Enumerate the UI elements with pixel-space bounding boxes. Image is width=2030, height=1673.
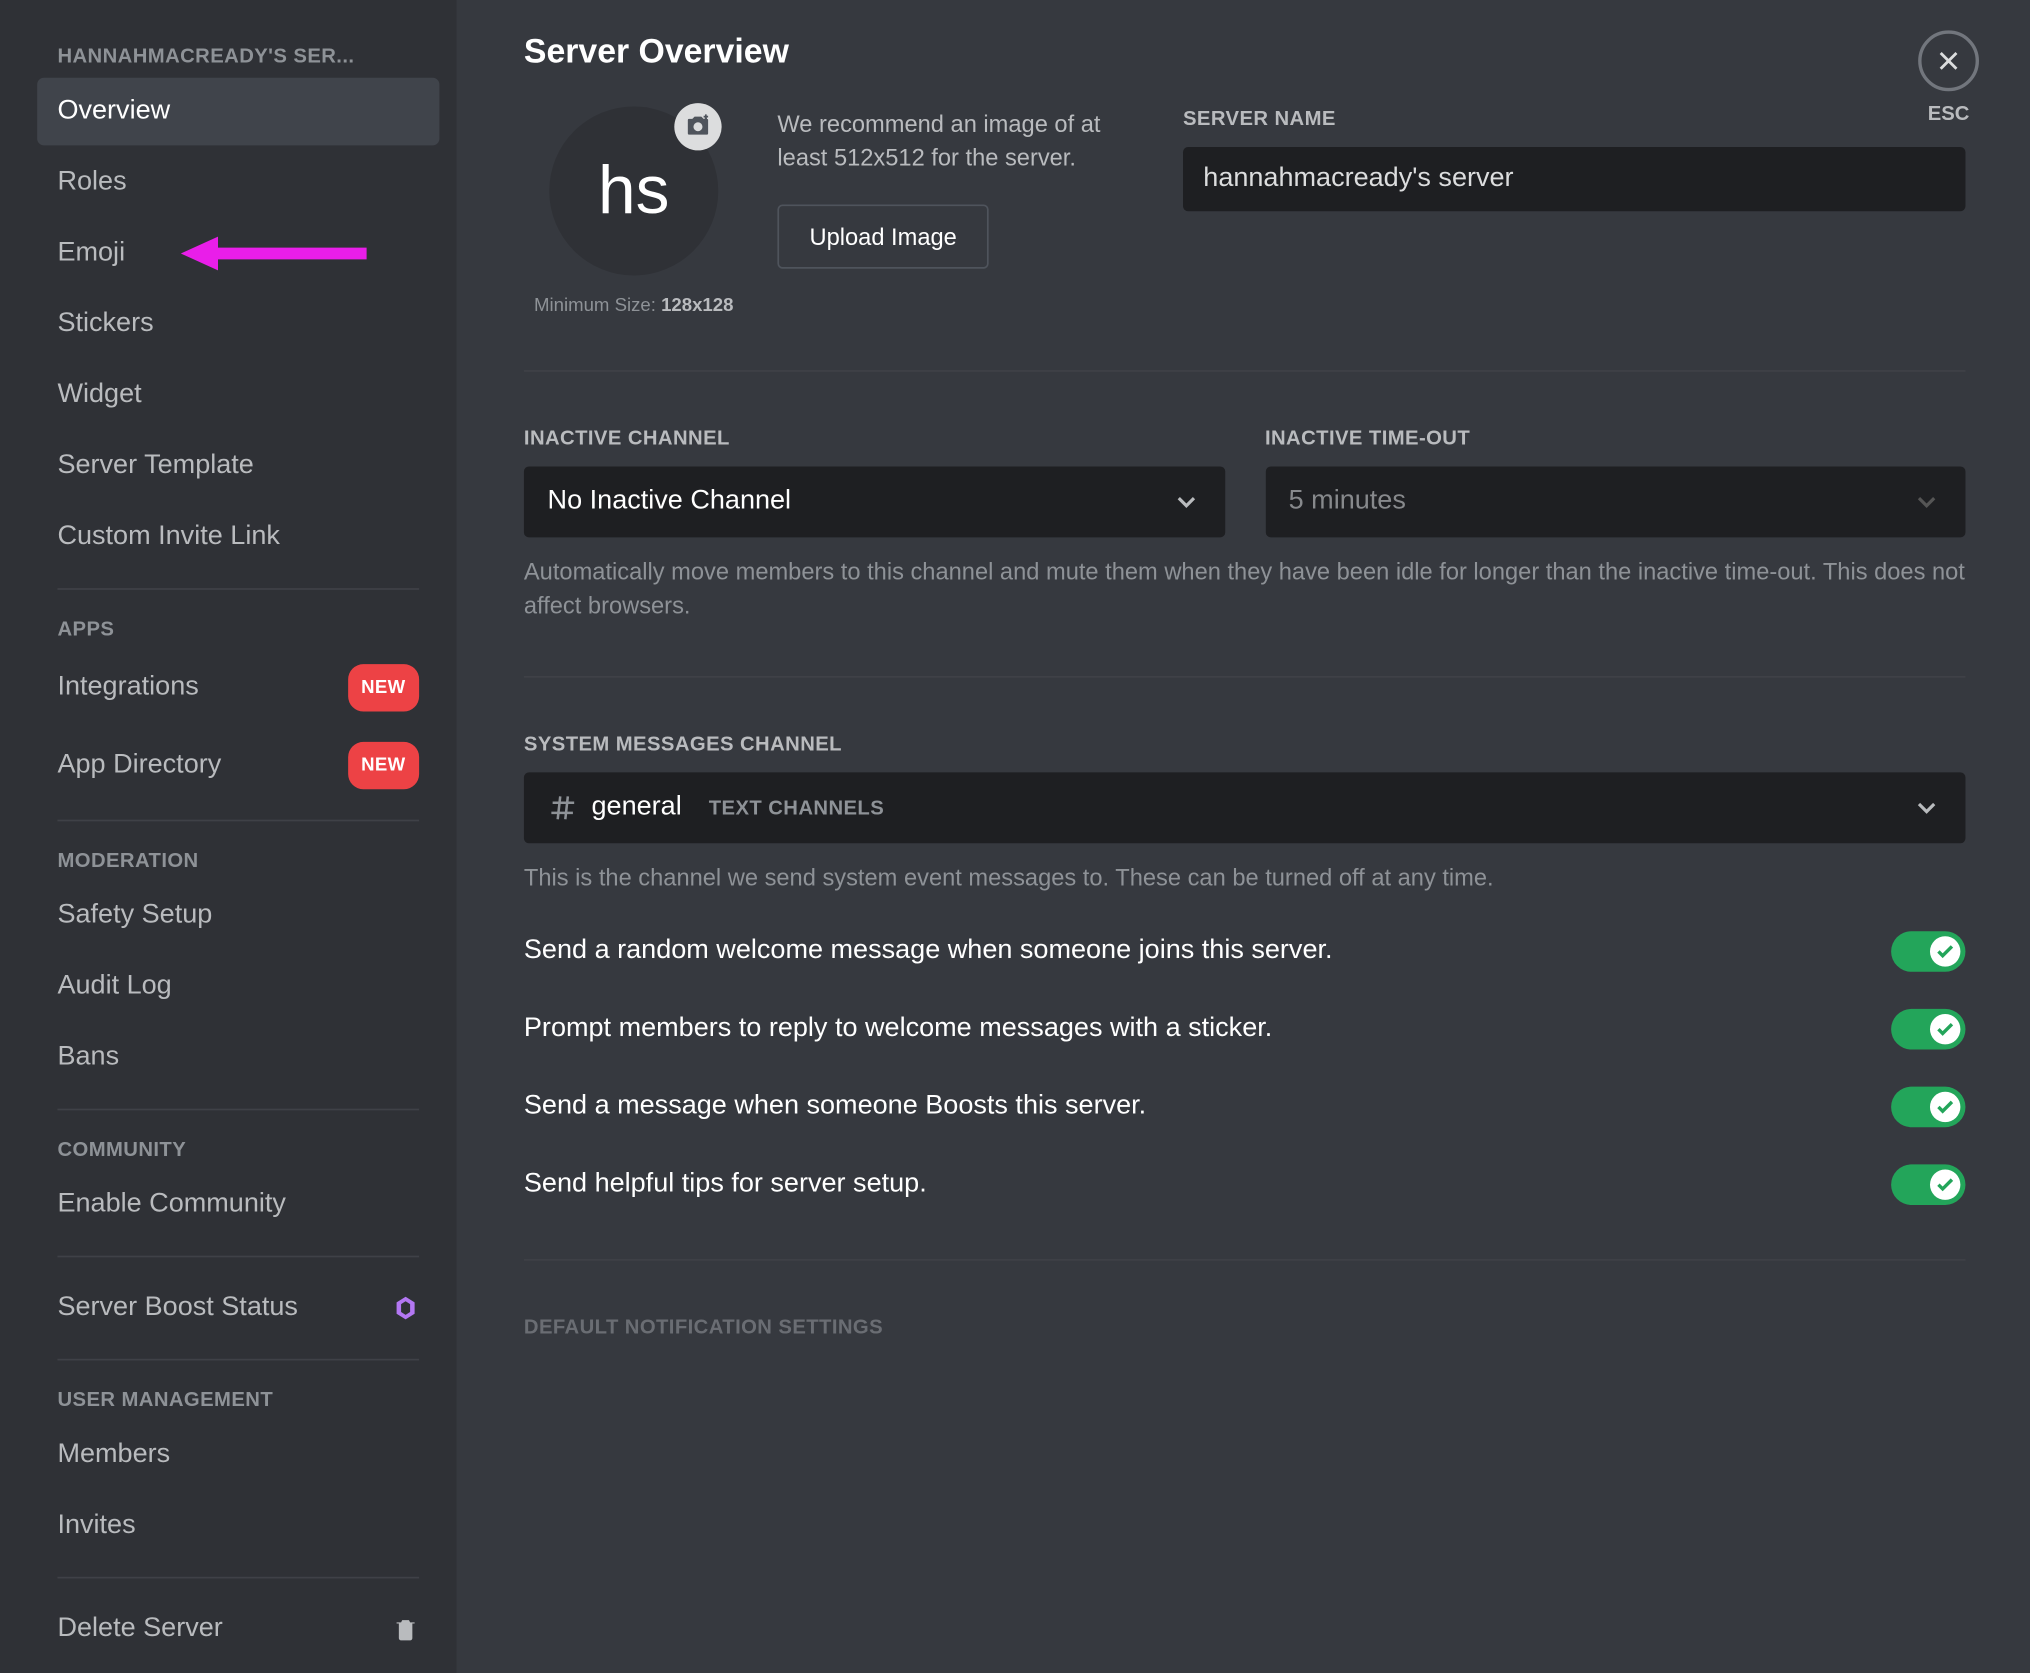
- system-channel-select[interactable]: general TEXT CHANNELS: [524, 772, 1966, 843]
- channel-name: general: [592, 793, 682, 823]
- inactive-timeout-select[interactable]: 5 minutes: [1265, 466, 1966, 537]
- sidebar-item-label: Bans: [57, 1038, 119, 1079]
- check-icon: [1935, 1019, 1955, 1039]
- upload-image-icon: [674, 103, 721, 150]
- sidebar-item-roles[interactable]: Roles: [37, 149, 439, 217]
- sidebar-item-label: Safety Setup: [57, 896, 212, 937]
- sidebar-item-label: App Directory: [57, 745, 221, 786]
- sidebar-community-heading: COMMUNITY: [37, 1127, 392, 1171]
- sidebar-item-stickers[interactable]: Stickers: [37, 291, 439, 359]
- sidebar-item-label: Invites: [57, 1506, 135, 1547]
- sidebar-item-label: Enable Community: [57, 1185, 285, 1226]
- close-icon: [1918, 30, 1979, 91]
- sidebar-divider: [57, 1109, 419, 1111]
- sidebar-item-bans[interactable]: Bans: [37, 1024, 439, 1092]
- toggle-label: Send a random welcome message when someo…: [524, 936, 1333, 966]
- sidebar-item-label: Members: [57, 1435, 170, 1476]
- sidebar-divider: [57, 1256, 419, 1258]
- sidebar-item-integrations[interactable]: Integrations NEW: [37, 651, 439, 725]
- sidebar-server-heading: HANNAHMACREADY'S SER...: [37, 34, 392, 78]
- toggle-label: Send helpful tips for server setup.: [524, 1169, 927, 1199]
- section-divider: [524, 676, 1966, 678]
- sidebar-item-widget[interactable]: Widget: [37, 362, 439, 430]
- sidebar-item-enable-community[interactable]: Enable Community: [37, 1171, 439, 1239]
- trash-icon: [392, 1616, 419, 1643]
- sidebar-divider: [57, 1359, 419, 1361]
- chevron-down-icon: [1911, 487, 1941, 517]
- sidebar-user-mgmt-heading: USER MANAGEMENT: [37, 1377, 392, 1421]
- sidebar-item-label: Server Boost Status: [57, 1288, 297, 1329]
- check-icon: [1935, 1097, 1955, 1117]
- close-label: ESC: [1928, 101, 1970, 125]
- inactive-timeout-label: INACTIVE TIME-OUT: [1265, 426, 1966, 450]
- settings-sidebar: HANNAHMACREADY'S SER... Overview Roles E…: [0, 0, 456, 1673]
- select-value: 5 minutes: [1289, 487, 1406, 517]
- check-icon: [1935, 1175, 1955, 1195]
- sidebar-item-server-template[interactable]: Server Template: [37, 433, 439, 501]
- inactive-channel-label: INACTIVE CHANNEL: [524, 426, 1225, 450]
- upload-image-button[interactable]: Upload Image: [777, 204, 989, 268]
- sidebar-item-emoji[interactable]: Emoji: [37, 220, 439, 288]
- new-badge: NEW: [348, 664, 420, 711]
- server-name-input[interactable]: [1183, 147, 1965, 211]
- server-name-label: SERVER NAME: [1183, 106, 1965, 130]
- default-notification-heading: DEFAULT NOTIFICATION SETTINGS: [524, 1315, 1966, 1339]
- chevron-down-icon: [1170, 487, 1200, 517]
- annotation-arrow: [181, 232, 367, 276]
- sidebar-divider: [57, 588, 419, 590]
- sidebar-item-server-boost[interactable]: Server Boost Status: [37, 1274, 439, 1342]
- sidebar-divider: [57, 1577, 419, 1579]
- sidebar-item-invites[interactable]: Invites: [37, 1492, 439, 1560]
- sidebar-item-audit-log[interactable]: Audit Log: [37, 953, 439, 1021]
- sidebar-item-label: Stickers: [57, 304, 153, 345]
- sidebar-item-members[interactable]: Members: [37, 1421, 439, 1489]
- sidebar-item-label: Audit Log: [57, 967, 171, 1008]
- sidebar-item-label: Custom Invite Link: [57, 517, 279, 558]
- min-size-text: Minimum Size: 128x128: [534, 296, 733, 316]
- sidebar-divider: [57, 820, 419, 822]
- sidebar-item-safety-setup[interactable]: Safety Setup: [37, 882, 439, 950]
- check-icon: [1935, 941, 1955, 961]
- sidebar-item-label: Integrations: [57, 668, 198, 709]
- inactive-help-text: Automatically move members to this chann…: [524, 554, 1966, 622]
- toggle-welcome-message[interactable]: [1891, 931, 1965, 972]
- toggle-setup-tips[interactable]: [1891, 1164, 1965, 1205]
- sidebar-item-label: Roles: [57, 162, 126, 203]
- sidebar-item-label: Emoji: [57, 233, 125, 274]
- avatar-initials: hs: [598, 153, 669, 229]
- sidebar-item-app-directory[interactable]: App Directory NEW: [37, 728, 439, 802]
- settings-content: ESC Server Overview hs Minimum Size: 128…: [456, 0, 2030, 1673]
- section-divider: [524, 370, 1966, 372]
- sidebar-item-label: Delete Server: [57, 1609, 222, 1650]
- sidebar-item-custom-invite[interactable]: Custom Invite Link: [37, 504, 439, 572]
- toggle-sticker-prompt[interactable]: [1891, 1009, 1965, 1050]
- sidebar-item-overview[interactable]: Overview: [37, 78, 439, 146]
- sidebar-item-label: Server Template: [57, 446, 253, 487]
- select-value: No Inactive Channel: [548, 487, 792, 517]
- sidebar-item-label: Overview: [57, 91, 170, 132]
- toggle-label: Prompt members to reply to welcome messa…: [524, 1014, 1272, 1044]
- boost-icon: [392, 1295, 419, 1322]
- new-badge: NEW: [348, 742, 420, 789]
- system-channel-help: This is the channel we send system event…: [524, 860, 1966, 894]
- sidebar-item-label: Widget: [57, 375, 141, 416]
- sidebar-item-delete-server[interactable]: Delete Server: [37, 1595, 439, 1663]
- toggle-label: Send a message when someone Boosts this …: [524, 1092, 1146, 1122]
- toggle-boost-message[interactable]: [1891, 1087, 1965, 1128]
- sidebar-moderation-heading: MODERATION: [37, 838, 392, 882]
- recommend-text: We recommend an image of at least 512x51…: [777, 106, 1149, 174]
- page-title: Server Overview: [524, 34, 1966, 73]
- sidebar-apps-heading: APPS: [37, 607, 392, 651]
- inactive-channel-select[interactable]: No Inactive Channel: [524, 466, 1225, 537]
- channel-category: TEXT CHANNELS: [709, 796, 884, 820]
- chevron-down-icon: [1911, 793, 1941, 823]
- section-divider: [524, 1259, 1966, 1261]
- close-button[interactable]: ESC: [1918, 30, 1979, 125]
- system-channel-label: SYSTEM MESSAGES CHANNEL: [524, 732, 1966, 756]
- server-avatar[interactable]: hs: [549, 106, 718, 275]
- hash-icon: [548, 793, 578, 823]
